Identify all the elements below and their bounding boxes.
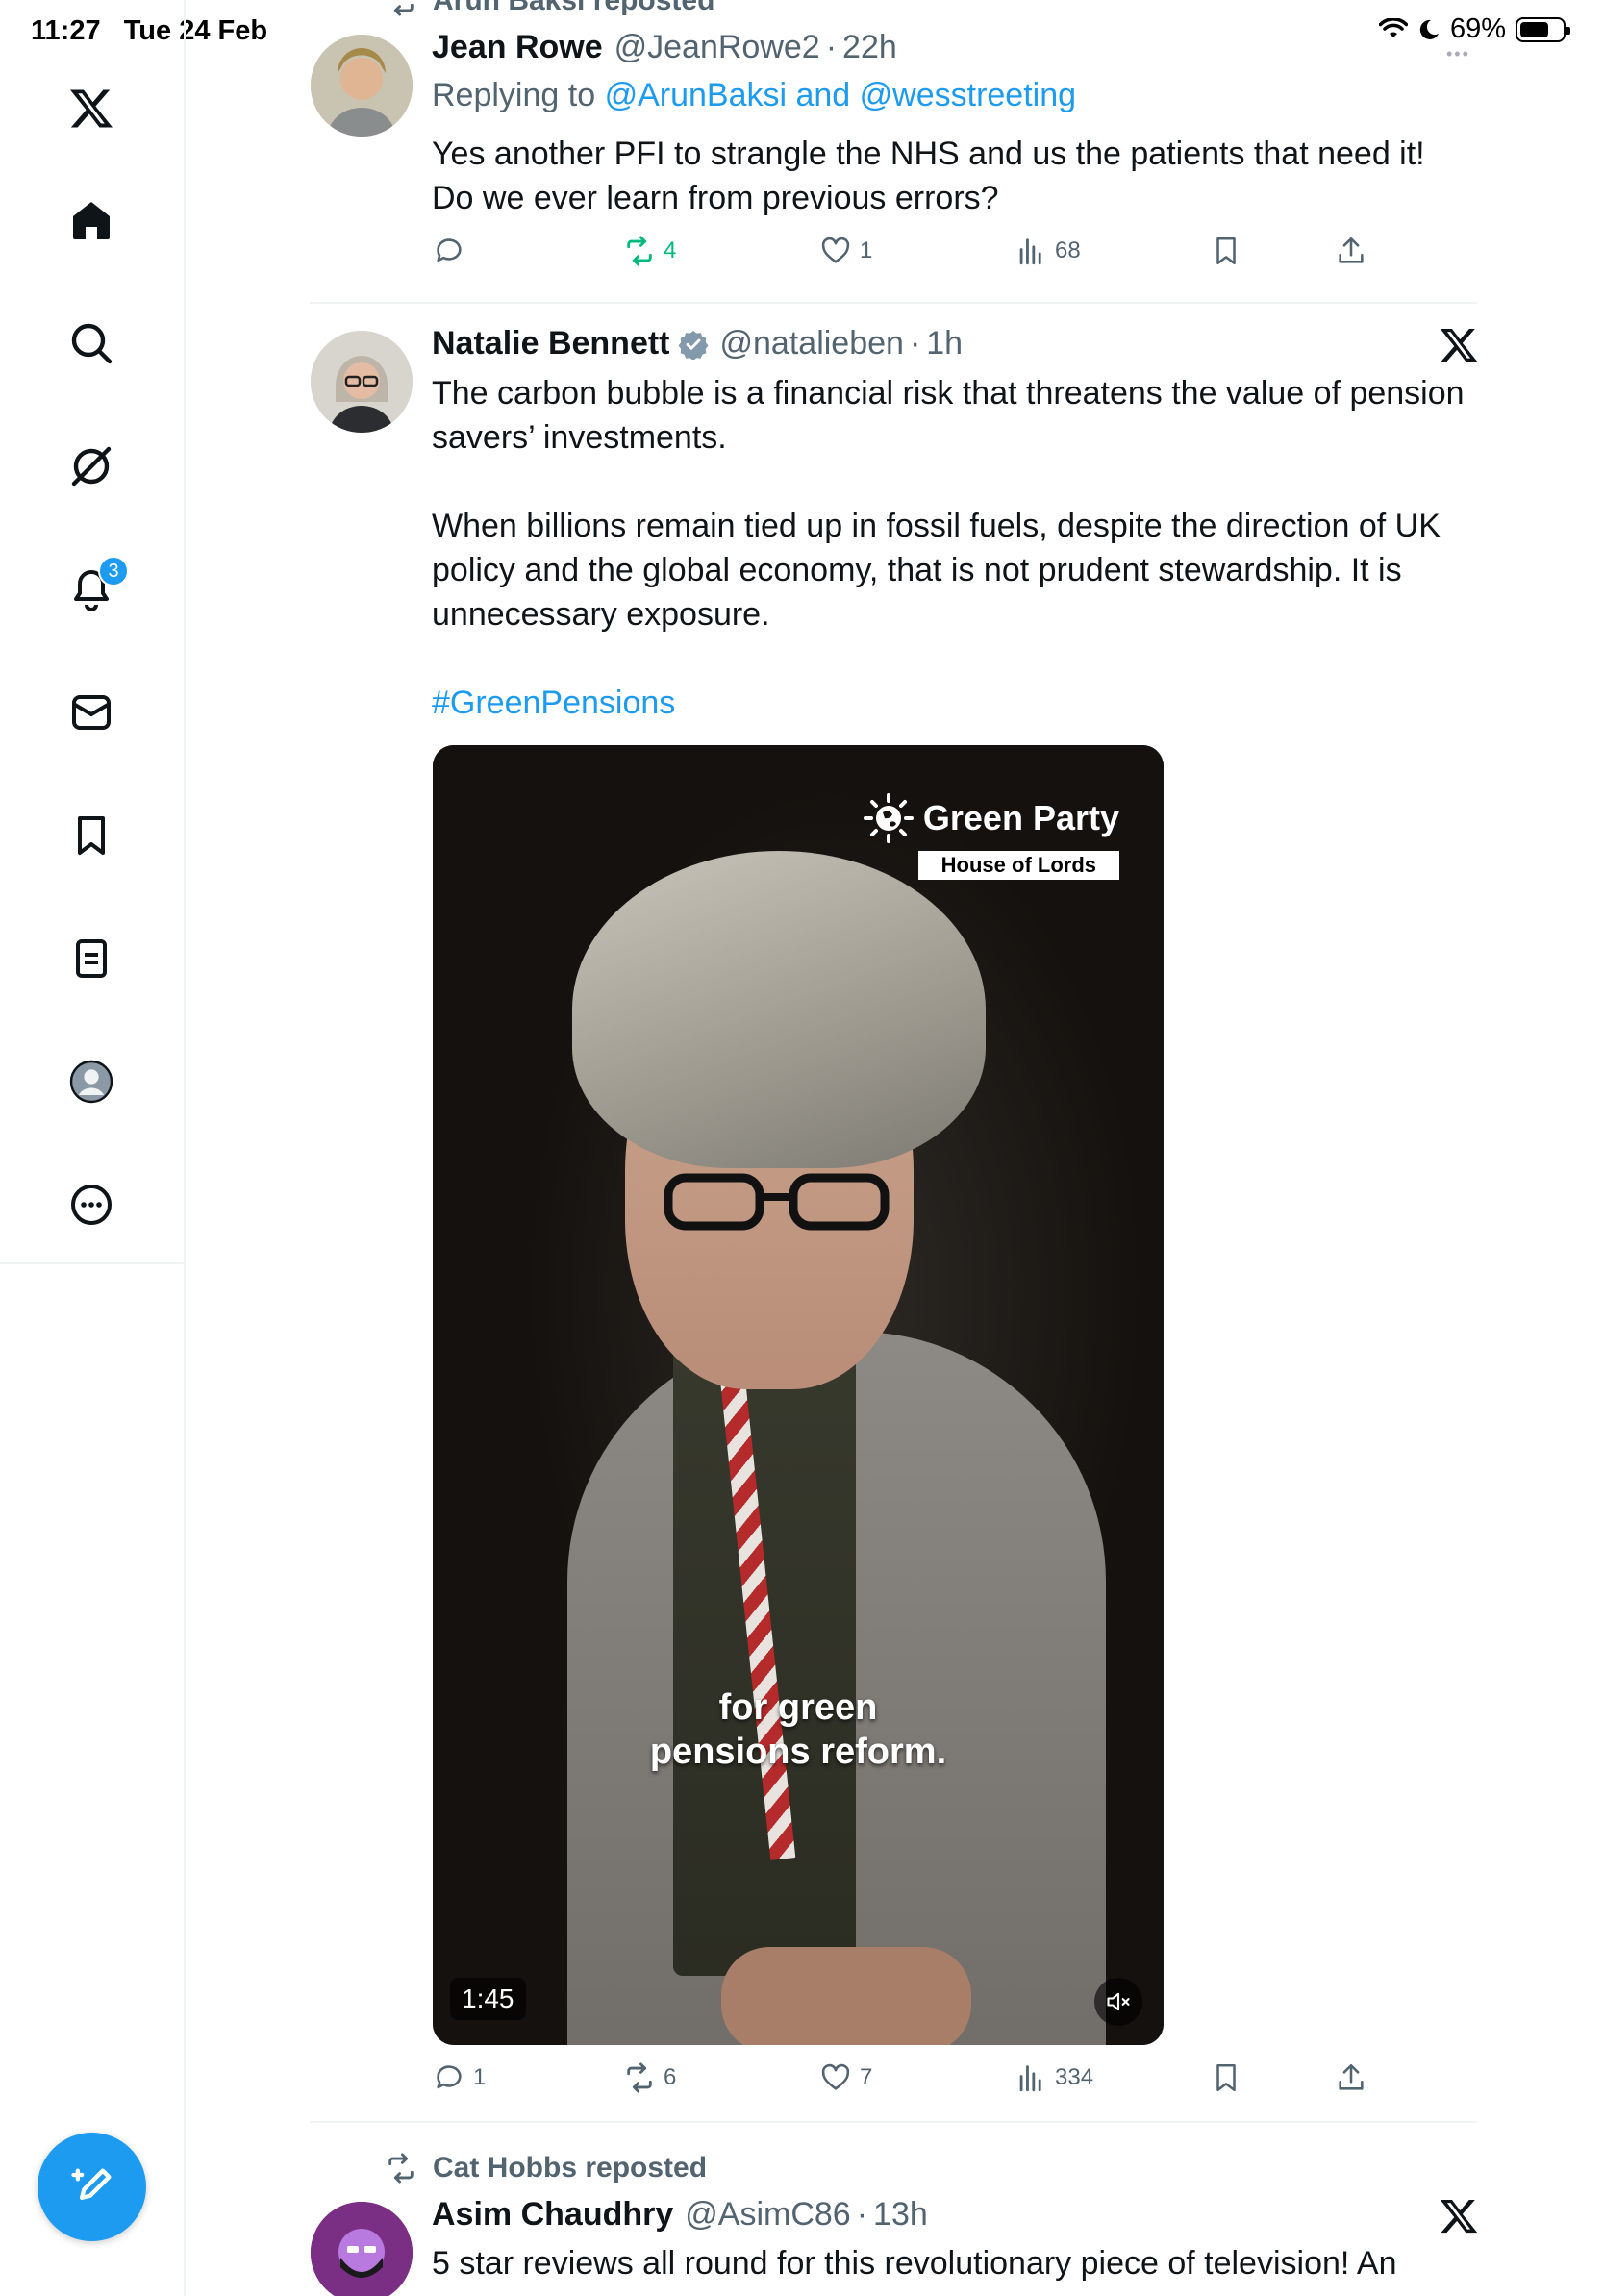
author-handle[interactable]: @JeanRowe2 — [614, 29, 820, 66]
sidebar: 3 — [0, 0, 186, 2296]
repost-indicator[interactable]: Arun Baksi reposted — [385, 0, 714, 17]
like-count: 7 — [860, 2064, 873, 2090]
logo-subtitle: House of Lords — [917, 851, 1119, 880]
retweet-count: 4 — [664, 237, 677, 263]
moon-icon — [1419, 19, 1439, 39]
share-button[interactable] — [1335, 235, 1367, 267]
heart-icon — [821, 2063, 850, 2090]
retweet-icon — [627, 236, 652, 266]
author-name[interactable]: Asim Chaudhry — [432, 2196, 673, 2234]
profile-icon[interactable] — [63, 1054, 119, 1110]
repost-indicator[interactable]: Cat Hobbs reposted — [385, 2152, 707, 2184]
tweet-actions: 4 1 68 — [433, 235, 1375, 277]
battery-percent: 69% — [1449, 13, 1506, 44]
share-icon — [1339, 237, 1364, 263]
search-icon[interactable] — [63, 315, 119, 371]
views-button[interactable]: 68 — [1015, 235, 1081, 267]
tweet-header: Jean Rowe @JeanRowe2 · 22h — [432, 29, 897, 66]
x-logo-icon[interactable] — [63, 81, 119, 137]
author-handle[interactable]: @natalieben — [720, 325, 904, 362]
reply-button[interactable]: 1 — [433, 2061, 486, 2094]
notifications-icon[interactable]: 3 — [63, 556, 129, 617]
logo-title: Green Party — [922, 798, 1119, 837]
x-logo-icon — [1440, 2199, 1478, 2234]
notifications-badge: 3 — [98, 556, 129, 586]
retweet-icon — [393, 3, 414, 16]
reply-button[interactable] — [433, 235, 465, 267]
lists-icon[interactable] — [63, 931, 119, 986]
like-count: 1 — [860, 237, 873, 263]
compose-button[interactable] — [38, 2133, 146, 2241]
bookmark-button[interactable] — [1210, 2061, 1242, 2094]
battery-icon — [1516, 16, 1570, 42]
video-duration: 1:45 — [450, 1978, 526, 2020]
green-party-earth-icon — [863, 793, 914, 843]
wifi-icon — [1378, 17, 1408, 37]
retweet-button[interactable]: 6 — [623, 2061, 676, 2094]
more-icon[interactable] — [63, 1177, 119, 1233]
retweet-button[interactable]: 4 — [623, 235, 676, 267]
avatar[interactable] — [311, 331, 413, 433]
avatar[interactable] — [311, 35, 413, 137]
views-count: 68 — [1055, 237, 1081, 263]
bookmark-icon — [1216, 2063, 1236, 2092]
tweet-actions: 1 6 7 334 — [433, 2061, 1375, 2104]
heart-icon — [821, 237, 850, 263]
tweet-header: Natalie Bennett @natalieben · 1h — [432, 325, 964, 362]
like-button[interactable]: 7 — [819, 2061, 872, 2094]
verified-badge-icon — [678, 330, 708, 360]
green-party-logo: Green Party House of Lords — [862, 791, 1119, 880]
bookmark-button[interactable] — [1210, 235, 1242, 267]
tweet-time[interactable]: 1h — [926, 325, 963, 362]
author-handle[interactable]: @AsimC86 — [685, 2196, 850, 2234]
grok-icon[interactable] — [63, 438, 119, 494]
tweet-text: Yes another PFI to strangle the NHS and … — [432, 136, 1425, 216]
views-button[interactable]: 334 — [1015, 2061, 1093, 2094]
tweet-header: Asim Chaudhry @AsimC86 · 13h — [432, 2196, 928, 2234]
views-icon — [1019, 2065, 1041, 2092]
share-icon — [1339, 2063, 1364, 2090]
tweet-text: The carbon bubble is a financial risk th… — [432, 375, 1465, 456]
tweet-divider — [310, 302, 1477, 304]
retweet-icon — [388, 2153, 414, 2184]
views-icon — [1019, 238, 1041, 265]
tweet-text: When billions remain tied up in fossil f… — [432, 508, 1441, 633]
mute-button[interactable] — [1094, 1978, 1142, 2026]
tweet-divider — [310, 2121, 1477, 2123]
like-button[interactable]: 1 — [819, 235, 872, 267]
bookmark-icon — [1216, 237, 1236, 265]
status-right: 69% — [1378, 13, 1570, 45]
tweet-time[interactable]: 22h — [842, 29, 897, 66]
avatar[interactable] — [311, 2202, 413, 2296]
views-count: 334 — [1055, 2064, 1094, 2090]
author-name[interactable]: Jean Rowe — [432, 29, 603, 66]
home-icon[interactable] — [63, 192, 119, 248]
tweet-time[interactable]: 13h — [873, 2196, 928, 2234]
reply-icon — [437, 238, 462, 262]
compose-icon — [70, 2168, 111, 2200]
author-name[interactable]: Natalie Bennett — [432, 325, 670, 362]
reply-mentions-link[interactable]: @ArunBaksi and @wesstreeting — [605, 77, 1076, 113]
retweet-icon — [627, 2062, 652, 2093]
retweet-count: 6 — [664, 2064, 677, 2090]
volume-muted-icon — [1107, 1992, 1130, 2011]
messages-icon[interactable] — [63, 685, 119, 740]
video-player[interactable]: Green Party House of Lords for green pen… — [433, 745, 1164, 2045]
reply-icon — [437, 2065, 462, 2089]
hashtag-link[interactable]: #GreenPensions — [432, 681, 675, 725]
tweet-text: 5 star reviews all round for this revolu… — [432, 2245, 1397, 2282]
x-logo-icon — [1440, 328, 1478, 362]
share-button[interactable] — [1335, 2061, 1367, 2094]
bookmarks-icon[interactable] — [63, 808, 119, 863]
reply-count: 1 — [473, 2064, 487, 2090]
video-caption: for green pensions reform. — [649, 1687, 947, 1772]
sidebar-divider — [0, 1262, 186, 1264]
reply-context: Replying to @ArunBaksi and @wesstreeting — [432, 77, 1077, 113]
multitask-grabber[interactable]: ••• — [1446, 44, 1470, 64]
